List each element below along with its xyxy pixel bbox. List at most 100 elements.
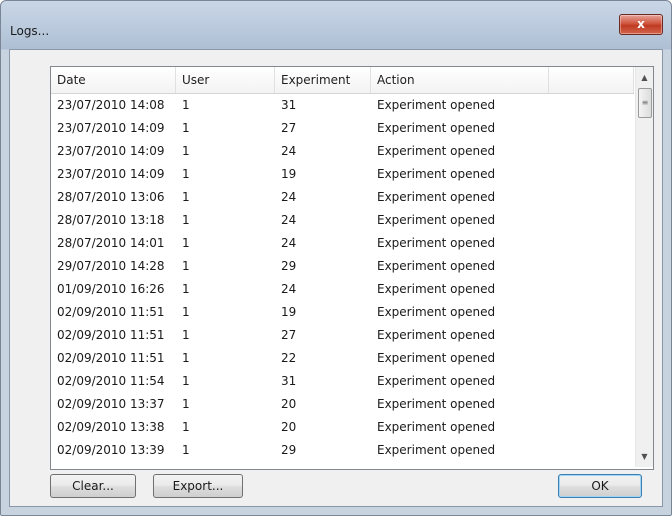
cell-action: Experiment opened — [377, 121, 496, 135]
cell-date: 28/07/2010 13:18 — [57, 213, 165, 227]
scroll-down-icon[interactable]: ▼ — [636, 448, 653, 465]
cell-user: 1 — [182, 190, 190, 204]
cell-action: Experiment opened — [377, 144, 496, 158]
cell-date: 02/09/2010 13:39 — [57, 443, 165, 457]
column-header-date[interactable]: Date — [51, 67, 176, 93]
cell-user: 1 — [182, 305, 190, 319]
cell-action: Experiment opened — [377, 190, 496, 204]
cell-date: 23/07/2010 14:09 — [57, 167, 165, 181]
table-row[interactable]: 28/07/2010 14:01 1 24 Experiment opened — [51, 232, 634, 255]
cell-experiment: 29 — [281, 443, 297, 457]
table-row[interactable]: 02/09/2010 11:54 1 31 Experiment opened — [51, 370, 634, 393]
cell-user: 1 — [182, 144, 190, 158]
column-header-action[interactable]: Action — [371, 67, 549, 93]
ok-button[interactable]: OK — [558, 474, 642, 498]
table-row[interactable]: 23/07/2010 14:09 1 24 Experiment opened — [51, 140, 634, 163]
table-row[interactable]: 02/09/2010 11:51 1 22 Experiment opened — [51, 347, 634, 370]
cell-date: 23/07/2010 14:08 — [57, 98, 165, 112]
cell-action: Experiment opened — [377, 259, 496, 273]
table-row[interactable]: 02/09/2010 13:37 1 20 Experiment opened — [51, 393, 634, 416]
cell-date: 02/09/2010 11:51 — [57, 351, 165, 365]
table-row[interactable]: 02/09/2010 13:39 1 29 Experiment opened — [51, 439, 634, 462]
cell-experiment: 29 — [281, 259, 297, 273]
cell-user: 1 — [182, 397, 190, 411]
cell-date: 02/09/2010 13:38 — [57, 420, 165, 434]
scroll-thumb[interactable]: ≡ — [638, 88, 652, 118]
scroll-up-icon[interactable]: ▲ — [636, 69, 653, 86]
table-row[interactable]: 23/07/2010 14:09 1 27 Experiment opened — [51, 117, 634, 140]
cell-experiment: 20 — [281, 397, 297, 411]
cell-experiment: 22 — [281, 351, 297, 365]
cell-date: 02/09/2010 11:51 — [57, 328, 165, 342]
cell-action: Experiment opened — [377, 167, 496, 181]
list-rows: 23/07/2010 14:08 1 31 Experiment opened 23/0… — [51, 94, 634, 468]
table-row[interactable]: 01/09/2010 16:26 1 24 Experiment opened — [51, 278, 634, 301]
logs-list[interactable]: Date User Experiment Action 23/07/2010 1… — [50, 66, 654, 470]
cell-action: Experiment opened — [377, 328, 496, 342]
column-header-user[interactable]: User — [176, 67, 275, 93]
clear-button[interactable]: Clear... — [50, 474, 136, 498]
cell-date: 29/07/2010 14:28 — [57, 259, 165, 273]
cell-experiment: 27 — [281, 121, 297, 135]
cell-date: 02/09/2010 11:54 — [57, 374, 165, 388]
cell-date: 23/07/2010 14:09 — [57, 121, 165, 135]
cell-date: 02/09/2010 11:51 — [57, 305, 165, 319]
table-row[interactable]: 23/07/2010 14:08 1 31 Experiment opened — [51, 94, 634, 117]
table-row[interactable]: 02/09/2010 11:51 1 27 Experiment opened — [51, 324, 634, 347]
cell-experiment: 24 — [281, 213, 297, 227]
cell-experiment: 31 — [281, 98, 297, 112]
window-title: Logs... — [10, 24, 50, 38]
grip-icon: ≡ — [641, 98, 649, 107]
cell-action: Experiment opened — [377, 420, 496, 434]
cell-action: Experiment opened — [377, 282, 496, 296]
cell-experiment: 24 — [281, 190, 297, 204]
cell-action: Experiment opened — [377, 351, 496, 365]
cell-action: Experiment opened — [377, 305, 496, 319]
cell-experiment: 19 — [281, 305, 297, 319]
export-button[interactable]: Export... — [153, 474, 243, 498]
cell-date: 02/09/2010 13:37 — [57, 397, 165, 411]
table-row[interactable]: 29/07/2010 14:28 1 29 Experiment opened — [51, 255, 634, 278]
cell-experiment: 24 — [281, 282, 297, 296]
cell-experiment: 19 — [281, 167, 297, 181]
cell-user: 1 — [182, 259, 190, 273]
cell-date: 28/07/2010 13:06 — [57, 190, 165, 204]
dialog-body: Date User Experiment Action 23/07/2010 1… — [9, 49, 663, 507]
cell-date: 28/07/2010 14:01 — [57, 236, 165, 250]
table-row[interactable]: 28/07/2010 13:18 1 24 Experiment opened — [51, 209, 634, 232]
list-header: Date User Experiment Action — [51, 67, 634, 94]
table-row[interactable]: 23/07/2010 14:09 1 19 Experiment opened — [51, 163, 634, 186]
cell-date: 23/07/2010 14:09 — [57, 144, 165, 158]
cell-experiment: 20 — [281, 420, 297, 434]
vertical-scrollbar[interactable]: ▲ ≡ ▼ — [635, 67, 653, 467]
cell-action: Experiment opened — [377, 443, 496, 457]
cell-user: 1 — [182, 98, 190, 112]
cell-experiment: 31 — [281, 374, 297, 388]
cell-user: 1 — [182, 420, 190, 434]
logs-dialog: Logs... x Date User Experiment Action 23… — [0, 0, 672, 516]
cell-user: 1 — [182, 351, 190, 365]
cell-action: Experiment opened — [377, 397, 496, 411]
cell-user: 1 — [182, 213, 190, 227]
cell-experiment: 24 — [281, 236, 297, 250]
column-header-experiment[interactable]: Experiment — [275, 67, 371, 93]
cell-date: 01/09/2010 16:26 — [57, 282, 165, 296]
cell-user: 1 — [182, 443, 190, 457]
title-bar[interactable]: Logs... x — [1, 1, 671, 49]
cell-action: Experiment opened — [377, 213, 496, 227]
close-button[interactable]: x — [619, 14, 663, 35]
table-row[interactable]: 02/09/2010 13:38 1 20 Experiment opened — [51, 416, 634, 439]
cell-user: 1 — [182, 282, 190, 296]
cell-user: 1 — [182, 121, 190, 135]
cell-action: Experiment opened — [377, 374, 496, 388]
cell-user: 1 — [182, 328, 190, 342]
cell-action: Experiment opened — [377, 236, 496, 250]
cell-user: 1 — [182, 374, 190, 388]
cell-experiment: 24 — [281, 144, 297, 158]
table-row[interactable]: 28/07/2010 13:06 1 24 Experiment opened — [51, 186, 634, 209]
table-row[interactable]: 02/09/2010 11:51 1 19 Experiment opened — [51, 301, 634, 324]
cell-user: 1 — [182, 167, 190, 181]
cell-action: Experiment opened — [377, 98, 496, 112]
cell-experiment: 27 — [281, 328, 297, 342]
column-header-empty[interactable] — [549, 67, 634, 93]
